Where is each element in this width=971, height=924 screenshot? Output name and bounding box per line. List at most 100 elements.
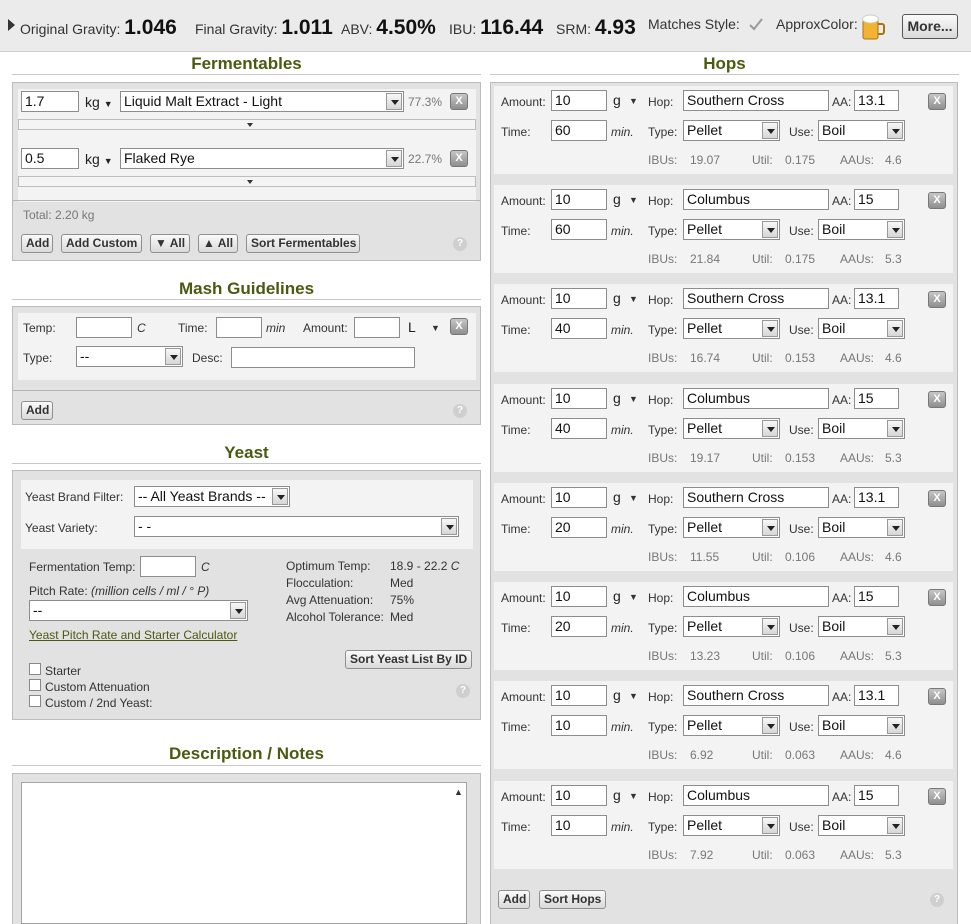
hop-name-input[interactable]: Columbus xyxy=(683,388,829,409)
hop-aa-input[interactable]: 13.1 xyxy=(854,685,899,706)
fermentable-amount-input[interactable]: 1.7 xyxy=(21,91,79,112)
hop-use-select[interactable]: Boil xyxy=(818,815,905,836)
remove-hop-button[interactable]: X xyxy=(928,490,946,507)
hop-aa-input[interactable]: 15 xyxy=(854,785,899,806)
yeast-brand-select[interactable]: -- All Yeast Brands -- xyxy=(134,486,290,507)
remove-hop-button[interactable]: X xyxy=(928,688,946,705)
hop-amount-input[interactable]: 10 xyxy=(551,189,607,210)
starter-checkbox[interactable] xyxy=(29,663,41,675)
help-icon[interactable]: ? xyxy=(456,684,470,698)
hop-time-input[interactable]: 20 xyxy=(551,517,607,538)
hop-use-select[interactable]: Boil xyxy=(818,219,905,240)
hop-amount-input[interactable]: 10 xyxy=(551,288,607,309)
expand-arrow-icon[interactable] xyxy=(8,19,15,31)
hop-name-input[interactable]: Southern Cross xyxy=(683,90,829,111)
hop-type-select[interactable]: Pellet xyxy=(683,219,780,240)
hop-use-select[interactable]: Boil xyxy=(818,616,905,637)
hop-aa-input[interactable]: 15 xyxy=(854,586,899,607)
more-button[interactable]: More... xyxy=(902,14,958,39)
remove-hop-button[interactable]: X xyxy=(928,93,946,110)
hop-use-select[interactable]: Boil xyxy=(818,715,905,736)
add-hop-button[interactable]: Add xyxy=(498,890,530,909)
chevron-down-icon[interactable]: ▼ xyxy=(629,96,638,106)
remove-hop-button[interactable]: X xyxy=(928,589,946,606)
scroll-up-icon[interactable]: ▲ xyxy=(454,787,463,797)
mash-time-input[interactable] xyxy=(216,317,262,338)
hop-time-input[interactable]: 40 xyxy=(551,318,607,339)
amount-unit-dropdown[interactable]: L xyxy=(408,319,416,335)
chevron-down-icon[interactable]: ▼ xyxy=(629,493,638,503)
hop-amount-input[interactable]: 10 xyxy=(551,685,607,706)
sort-fermentables-button[interactable]: Sort Fermentables xyxy=(246,234,360,253)
hop-use-select[interactable]: Boil xyxy=(818,517,905,538)
hop-amount-input[interactable]: 10 xyxy=(551,388,607,409)
hop-time-input[interactable]: 20 xyxy=(551,616,607,637)
hop-use-select[interactable]: Boil xyxy=(818,318,905,339)
help-icon[interactable]: ? xyxy=(453,404,467,418)
fermentable-amount-input[interactable]: 0.5 xyxy=(21,148,79,169)
unit-dropdown[interactable]: kg ▼ xyxy=(85,151,113,167)
mash-desc-input[interactable] xyxy=(231,347,415,368)
add-mash-step-button[interactable]: Add xyxy=(21,401,53,420)
chevron-down-icon[interactable]: ▼ xyxy=(629,691,638,701)
hop-aa-input[interactable]: 13.1 xyxy=(854,90,899,111)
help-icon[interactable]: ? xyxy=(453,237,467,251)
pitch-calculator-link[interactable]: Yeast Pitch Rate and Starter Calculator xyxy=(29,628,237,642)
mash-type-select[interactable]: -- xyxy=(76,346,183,367)
hop-type-select[interactable]: Pellet xyxy=(683,815,780,836)
remove-hop-button[interactable]: X xyxy=(928,192,946,209)
hop-name-input[interactable]: Southern Cross xyxy=(683,487,829,508)
hop-type-select[interactable]: Pellet xyxy=(683,318,780,339)
hop-time-input[interactable]: 60 xyxy=(551,219,607,240)
mash-amount-input[interactable] xyxy=(354,317,400,338)
hop-type-select[interactable]: Pellet xyxy=(683,616,780,637)
fermentable-select[interactable]: Flaked Rye xyxy=(120,148,404,169)
sort-yeast-button[interactable]: Sort Yeast List By ID xyxy=(345,650,472,669)
chevron-down-icon[interactable]: ▼ xyxy=(629,294,638,304)
custom-yeast-checkbox[interactable] xyxy=(29,695,41,707)
add-custom-button[interactable]: Add Custom xyxy=(61,234,142,253)
hop-time-input[interactable]: 10 xyxy=(551,715,607,736)
fermentable-select[interactable]: Liquid Malt Extract - Light xyxy=(120,91,404,112)
remove-hop-button[interactable]: X xyxy=(928,391,946,408)
hop-time-input[interactable]: 40 xyxy=(551,418,607,439)
hop-amount-input[interactable]: 10 xyxy=(551,487,607,508)
chevron-down-icon[interactable]: ▼ xyxy=(629,195,638,205)
hop-time-input[interactable]: 10 xyxy=(551,815,607,836)
remove-fermentable-button[interactable]: X xyxy=(450,150,468,167)
hop-amount-input[interactable]: 10 xyxy=(551,586,607,607)
chevron-down-icon[interactable]: ▼ xyxy=(431,323,440,333)
expand-fermentable-bar[interactable] xyxy=(18,176,476,187)
expand-all-button[interactable]: ▲ All xyxy=(198,234,238,253)
chevron-down-icon[interactable]: ▼ xyxy=(629,791,638,801)
hop-name-input[interactable]: Columbus xyxy=(683,189,829,210)
remove-hop-button[interactable]: X xyxy=(928,788,946,805)
sort-hops-button[interactable]: Sort Hops xyxy=(539,890,606,909)
pitch-rate-select[interactable]: -- xyxy=(29,600,248,621)
chevron-down-icon[interactable]: ▼ xyxy=(629,592,638,602)
hop-aa-input[interactable]: 13.1 xyxy=(854,487,899,508)
hop-name-input[interactable]: Southern Cross xyxy=(683,288,829,309)
collapse-all-button[interactable]: ▼ All xyxy=(150,234,190,253)
hop-aa-input[interactable]: 15 xyxy=(854,388,899,409)
hop-use-select[interactable]: Boil xyxy=(818,120,905,141)
hop-aa-input[interactable]: 13.1 xyxy=(854,288,899,309)
add-fermentable-button[interactable]: Add xyxy=(21,234,53,253)
notes-textarea[interactable] xyxy=(21,782,467,924)
remove-fermentable-button[interactable]: X xyxy=(450,93,468,110)
hop-type-select[interactable]: Pellet xyxy=(683,715,780,736)
custom-attenuation-checkbox[interactable] xyxy=(29,679,41,691)
hop-time-input[interactable]: 60 xyxy=(551,120,607,141)
hop-type-select[interactable]: Pellet xyxy=(683,418,780,439)
chevron-down-icon[interactable]: ▼ xyxy=(629,394,638,404)
hop-type-select[interactable]: Pellet xyxy=(683,120,780,141)
yeast-variety-select[interactable]: - - xyxy=(134,516,459,537)
hop-type-select[interactable]: Pellet xyxy=(683,517,780,538)
help-icon[interactable]: ? xyxy=(930,893,944,907)
remove-hop-button[interactable]: X xyxy=(928,291,946,308)
unit-dropdown[interactable]: kg ▼ xyxy=(85,94,113,110)
remove-mash-step-button[interactable]: X xyxy=(450,318,468,335)
hop-name-input[interactable]: Southern Cross xyxy=(683,685,829,706)
expand-fermentable-bar[interactable] xyxy=(18,119,476,130)
hop-aa-input[interactable]: 15 xyxy=(854,189,899,210)
